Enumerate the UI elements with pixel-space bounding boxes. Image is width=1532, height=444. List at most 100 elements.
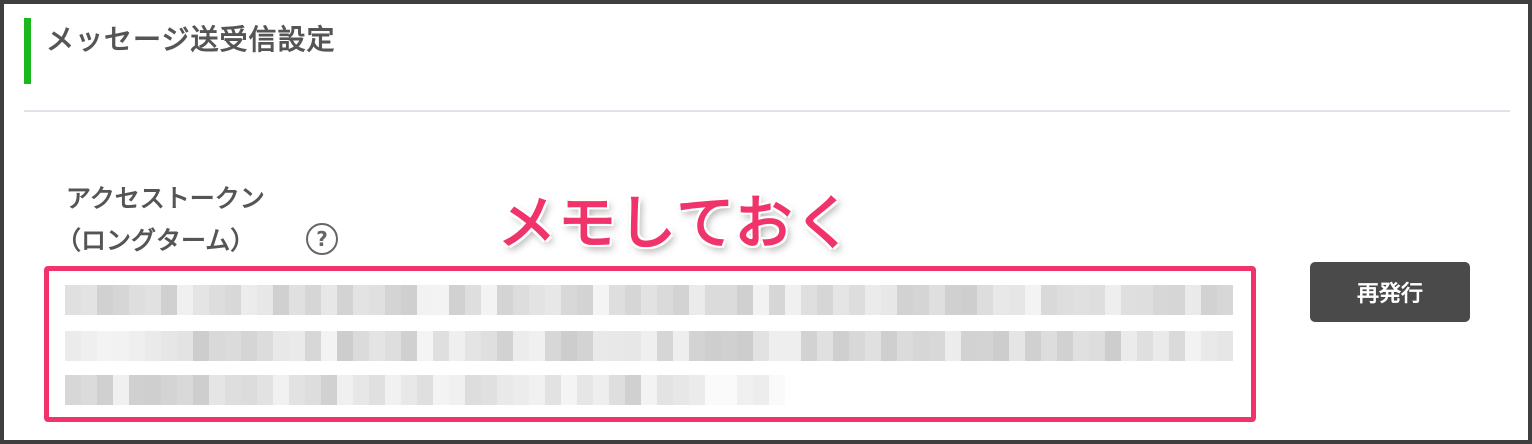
- section-divider: [24, 110, 1510, 112]
- token-blur-cell: [1217, 331, 1233, 361]
- token-blur-cell: [865, 285, 881, 315]
- token-blur-cell: [385, 375, 401, 405]
- token-blur-cell: [1105, 285, 1121, 315]
- token-blur-cell: [673, 375, 689, 405]
- token-blur-cell: [801, 285, 817, 315]
- token-blur-cell: [465, 285, 481, 315]
- token-blur-cell: [881, 285, 897, 315]
- token-blur-cell: [1121, 285, 1137, 315]
- token-blur-cell: [81, 375, 97, 405]
- token-blur-cell: [721, 285, 737, 315]
- token-blur-cell: [65, 375, 81, 405]
- token-blur-cell: [769, 375, 785, 405]
- token-blur-cell: [689, 331, 705, 361]
- token-blur-cell: [433, 285, 449, 315]
- token-blur-cell: [721, 331, 737, 361]
- token-blur-cell: [849, 285, 865, 315]
- question-circle-icon[interactable]: ?: [306, 223, 338, 255]
- token-blur-cell: [161, 375, 177, 405]
- token-blur-cell: [849, 331, 865, 361]
- token-blur-cell: [305, 285, 321, 315]
- token-blur-cell: [305, 331, 321, 361]
- section-accent-bar: [24, 18, 31, 84]
- token-blur-cell: [1041, 331, 1057, 361]
- token-blur-cell: [929, 285, 945, 315]
- token-blur-cell: [353, 375, 369, 405]
- token-blur-cell: [977, 285, 993, 315]
- token-blur-cell: [977, 331, 993, 361]
- token-blur-cell: [1153, 285, 1169, 315]
- token-blur-cell: [273, 285, 289, 315]
- token-blur-cell: [1185, 285, 1201, 315]
- token-blur-cell: [225, 375, 241, 405]
- token-blur-cell: [945, 331, 961, 361]
- token-blur-cell: [289, 285, 305, 315]
- token-blur-cell: [993, 331, 1009, 361]
- token-blur-cell: [1169, 285, 1185, 315]
- token-blur-cell: [657, 375, 673, 405]
- token-blur-cell: [129, 331, 145, 361]
- token-blur-cell: [801, 331, 817, 361]
- token-blur-cell: [1201, 285, 1217, 315]
- token-blur-cell: [609, 285, 625, 315]
- token-blur-cell: [753, 285, 769, 315]
- token-blur-cell: [65, 331, 81, 361]
- token-blur-cell: [721, 375, 737, 405]
- token-blur-cell: [913, 331, 929, 361]
- token-blur-cell: [1089, 331, 1105, 361]
- token-blur-cell: [81, 331, 97, 361]
- token-blur-cell: [481, 285, 497, 315]
- token-blur-cell: [385, 285, 401, 315]
- token-blur-cell: [481, 375, 497, 405]
- token-blur-cell: [225, 285, 241, 315]
- token-blur-cell: [241, 375, 257, 405]
- token-blur-cell: [833, 285, 849, 315]
- token-blur-cell: [193, 285, 209, 315]
- token-blur-cell: [945, 285, 961, 315]
- token-blur-cell: [897, 285, 913, 315]
- token-blur-cell: [1025, 331, 1041, 361]
- token-blur-cell: [401, 331, 417, 361]
- token-blur-cell: [737, 285, 753, 315]
- token-blur-cell: [177, 331, 193, 361]
- token-blur-row-2: [65, 331, 1245, 361]
- token-blur-cell: [369, 331, 385, 361]
- token-blur-cell: [353, 285, 369, 315]
- token-blur-cell: [209, 331, 225, 361]
- token-blur-cell: [289, 331, 305, 361]
- token-blur-cell: [257, 285, 273, 315]
- token-blur-cell: [593, 285, 609, 315]
- token-blur-cell: [241, 285, 257, 315]
- token-blur-cell: [1073, 331, 1089, 361]
- token-blur-cell: [785, 285, 801, 315]
- token-blur-cell: [881, 331, 897, 361]
- reissue-button[interactable]: 再発行: [1310, 262, 1470, 322]
- token-blur-cell: [273, 331, 289, 361]
- access-token-label-line2: （ロングターム）: [56, 226, 256, 255]
- token-blur-cell: [769, 285, 785, 315]
- token-blur-cell: [705, 375, 721, 405]
- token-blur-cell: [145, 285, 161, 315]
- token-blur-cell: [1169, 331, 1185, 361]
- token-blur-cell: [513, 375, 529, 405]
- token-blur-cell: [785, 331, 801, 361]
- token-blur-cell: [369, 375, 385, 405]
- token-blur-cell: [577, 375, 593, 405]
- token-blur-cell: [769, 331, 785, 361]
- access-token-field[interactable]: [44, 266, 1256, 422]
- token-blur-cell: [657, 285, 673, 315]
- token-blur-cell: [305, 375, 321, 405]
- token-blur-cell: [609, 331, 625, 361]
- token-blur-cell: [817, 331, 833, 361]
- token-blur-cell: [513, 331, 529, 361]
- token-blur-cell: [1105, 331, 1121, 361]
- token-blur-cell: [529, 331, 545, 361]
- token-blur-cell: [1009, 285, 1025, 315]
- access-token-label-line1: アクセストークン: [66, 184, 265, 213]
- token-blur-cell: [209, 375, 225, 405]
- token-blur-cell: [497, 285, 513, 315]
- token-blur-cell: [481, 331, 497, 361]
- token-blur-cell: [593, 375, 609, 405]
- token-blur-cell: [337, 285, 353, 315]
- token-blur-cell: [1041, 285, 1057, 315]
